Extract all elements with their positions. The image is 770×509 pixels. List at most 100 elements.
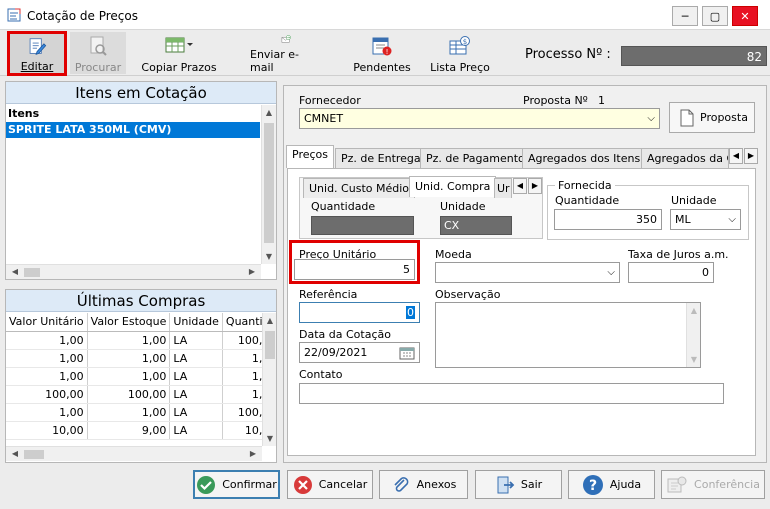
- preco-unitario-input[interactable]: 5: [294, 259, 415, 280]
- scroll-up-icon[interactable]: ▲: [263, 316, 277, 325]
- unidade-field: CX: [440, 216, 512, 235]
- close-button[interactable]: ✕: [732, 6, 758, 26]
- itens-panel-title: Itens em Cotação: [6, 82, 276, 104]
- tab-pz-pagamento[interactable]: Pz. de Pagamento: [420, 148, 531, 168]
- cell: 100,00: [87, 385, 171, 404]
- svg-text:!: !: [386, 48, 389, 56]
- tab-agregados-itens[interactable]: Agregados dos Itens: [522, 148, 647, 168]
- tab-agregados-c[interactable]: Agregados da C: [641, 148, 729, 168]
- col-unidade[interactable]: Unidade: [169, 313, 223, 332]
- contato-input[interactable]: [299, 383, 724, 404]
- observacao-textarea[interactable]: ▲ ▼: [435, 302, 701, 368]
- table-row[interactable]: 100,00100,00LA1,00: [6, 385, 262, 404]
- cell: 1,00: [6, 367, 88, 386]
- itens-list[interactable]: Itens SPRITE LATA 350ML (CMV): [6, 105, 260, 265]
- scroll-thumb[interactable]: [265, 331, 275, 359]
- enviar-email-button[interactable]: Enviar e-mail: [250, 32, 322, 74]
- scroll-left-icon[interactable]: ◀: [8, 449, 22, 458]
- data-cotacao-label: Data da Cotação: [299, 328, 391, 341]
- fornecida-quantidade-label: Quantidade: [555, 194, 620, 207]
- list-item[interactable]: SPRITE LATA 350ML (CMV): [6, 122, 260, 138]
- data-cotacao-value: 22/09/2021: [304, 346, 368, 359]
- table-row[interactable]: 1,001,00LA100,00: [6, 403, 262, 422]
- ultimas-compras-panel: Últimas Compras Valor Unitário Valor Est…: [5, 289, 277, 463]
- scroll-right-icon[interactable]: ▶: [246, 449, 260, 458]
- scroll-down-icon[interactable]: ▼: [687, 355, 701, 364]
- fornecida-unidade-select[interactable]: ML ⌵: [670, 209, 741, 230]
- cell: 100,00: [222, 331, 262, 350]
- subtab-scroll-right-icon[interactable]: ▶: [528, 178, 542, 194]
- itens-hscrollbar[interactable]: ◀ ▶: [6, 264, 261, 279]
- table-row[interactable]: 10,009,00LA10,00: [6, 421, 262, 440]
- scroll-right-icon[interactable]: ▶: [245, 267, 259, 276]
- moeda-select[interactable]: ⌵: [435, 262, 620, 283]
- subtab-ur[interactable]: Ur: [494, 178, 512, 198]
- referencia-input[interactable]: 0: [299, 302, 420, 323]
- data-cotacao-input[interactable]: 22/09/2021: [299, 342, 420, 363]
- calendar-icon[interactable]: [399, 346, 415, 360]
- pendentes-button[interactable]: ! Pendentes: [352, 32, 412, 74]
- scroll-down-icon[interactable]: ▼: [262, 252, 276, 261]
- ajuda-button[interactable]: ? Ajuda: [568, 470, 655, 499]
- subtab-unid-compra[interactable]: Unid. Compra: [409, 176, 497, 197]
- table-row[interactable]: 1,001,00LA1,00: [6, 367, 262, 386]
- referencia-value: 0: [406, 306, 415, 319]
- col-valor-estoque[interactable]: Valor Estoque: [87, 313, 171, 332]
- scroll-thumb[interactable]: [24, 268, 40, 277]
- scroll-down-icon[interactable]: ▼: [263, 434, 277, 443]
- col-valor-unitario[interactable]: Valor Unitário: [6, 313, 88, 332]
- tab-precos[interactable]: Preços: [286, 145, 334, 168]
- svg-text:$: $: [463, 38, 467, 46]
- anexos-label: Anexos: [416, 478, 457, 491]
- col-quantidade[interactable]: Quantida: [222, 313, 262, 332]
- fornecida-quantidade-input[interactable]: 350: [554, 209, 662, 230]
- cancelar-button[interactable]: Cancelar: [287, 470, 373, 499]
- cell: 10,00: [222, 421, 262, 440]
- copiar-prazos-button[interactable]: Copiar Prazos: [141, 32, 217, 74]
- proposta-button[interactable]: Proposta: [669, 102, 755, 133]
- pendentes-label: Pendentes: [353, 61, 411, 74]
- cell: 1,00: [222, 367, 262, 386]
- cell: 9,00: [87, 421, 171, 440]
- table-row[interactable]: 1,001,00LA100,00: [6, 331, 262, 350]
- proposta-no-label: Proposta Nº: [523, 94, 588, 107]
- tab-scroll-right-icon[interactable]: ▶: [744, 148, 758, 164]
- observacao-label: Observação: [435, 288, 501, 301]
- editar-button[interactable]: Editar: [7, 31, 67, 76]
- scroll-up-icon[interactable]: ▲: [687, 306, 701, 315]
- ultimas-vscrollbar[interactable]: ▲ ▼: [262, 313, 276, 446]
- maximize-button[interactable]: ▢: [702, 6, 728, 26]
- ultimas-hscrollbar[interactable]: ◀ ▶: [6, 446, 262, 461]
- anexos-button[interactable]: Anexos: [379, 470, 468, 499]
- observacao-vscrollbar[interactable]: ▲ ▼: [686, 303, 700, 367]
- confirmar-button[interactable]: Confirmar: [193, 470, 280, 499]
- cell: 1,00: [222, 349, 262, 368]
- minimize-icon: ─: [681, 9, 689, 23]
- itens-vscrollbar[interactable]: ▲ ▼: [261, 105, 276, 264]
- table-row[interactable]: 1,001,00LA1,00: [6, 349, 262, 368]
- taxa-juros-input[interactable]: 0: [628, 262, 714, 283]
- scroll-thumb[interactable]: [24, 450, 44, 459]
- lista-preco-button[interactable]: $ Lista Preço: [430, 32, 490, 74]
- document-icon: [680, 109, 694, 126]
- procurar-button[interactable]: Procurar: [70, 32, 126, 74]
- scroll-left-icon[interactable]: ◀: [8, 267, 22, 276]
- subtab-unid-custo-medio[interactable]: Unid. Custo Médio: [303, 178, 416, 198]
- cancelar-label: Cancelar: [318, 478, 368, 491]
- edit-icon: [29, 38, 47, 55]
- conferencia-button[interactable]: Conferência: [661, 470, 765, 499]
- sair-button[interactable]: Sair: [475, 470, 562, 499]
- tab-scroll-left-icon[interactable]: ◀: [729, 148, 743, 164]
- scroll-thumb[interactable]: [264, 123, 274, 243]
- processo-label: Processo Nº :: [525, 47, 611, 62]
- cell: 100,00: [6, 385, 88, 404]
- ultimas-compras-table: Valor Unitário Valor Estoque Unidade Qua…: [6, 313, 262, 440]
- tab-pz-entrega[interactable]: Pz. de Entrega: [335, 148, 427, 168]
- minimize-button[interactable]: ─: [672, 6, 698, 26]
- fornecedor-select[interactable]: CMNET ⌵: [299, 108, 660, 129]
- conference-icon: [667, 476, 687, 492]
- subtab-scroll-left-icon[interactable]: ◀: [513, 178, 527, 194]
- scroll-up-icon[interactable]: ▲: [262, 108, 276, 117]
- quantidade-label: Quantidade: [311, 200, 376, 213]
- ultimas-compras-grid[interactable]: Valor Unitário Valor Estoque Unidade Qua…: [6, 313, 262, 446]
